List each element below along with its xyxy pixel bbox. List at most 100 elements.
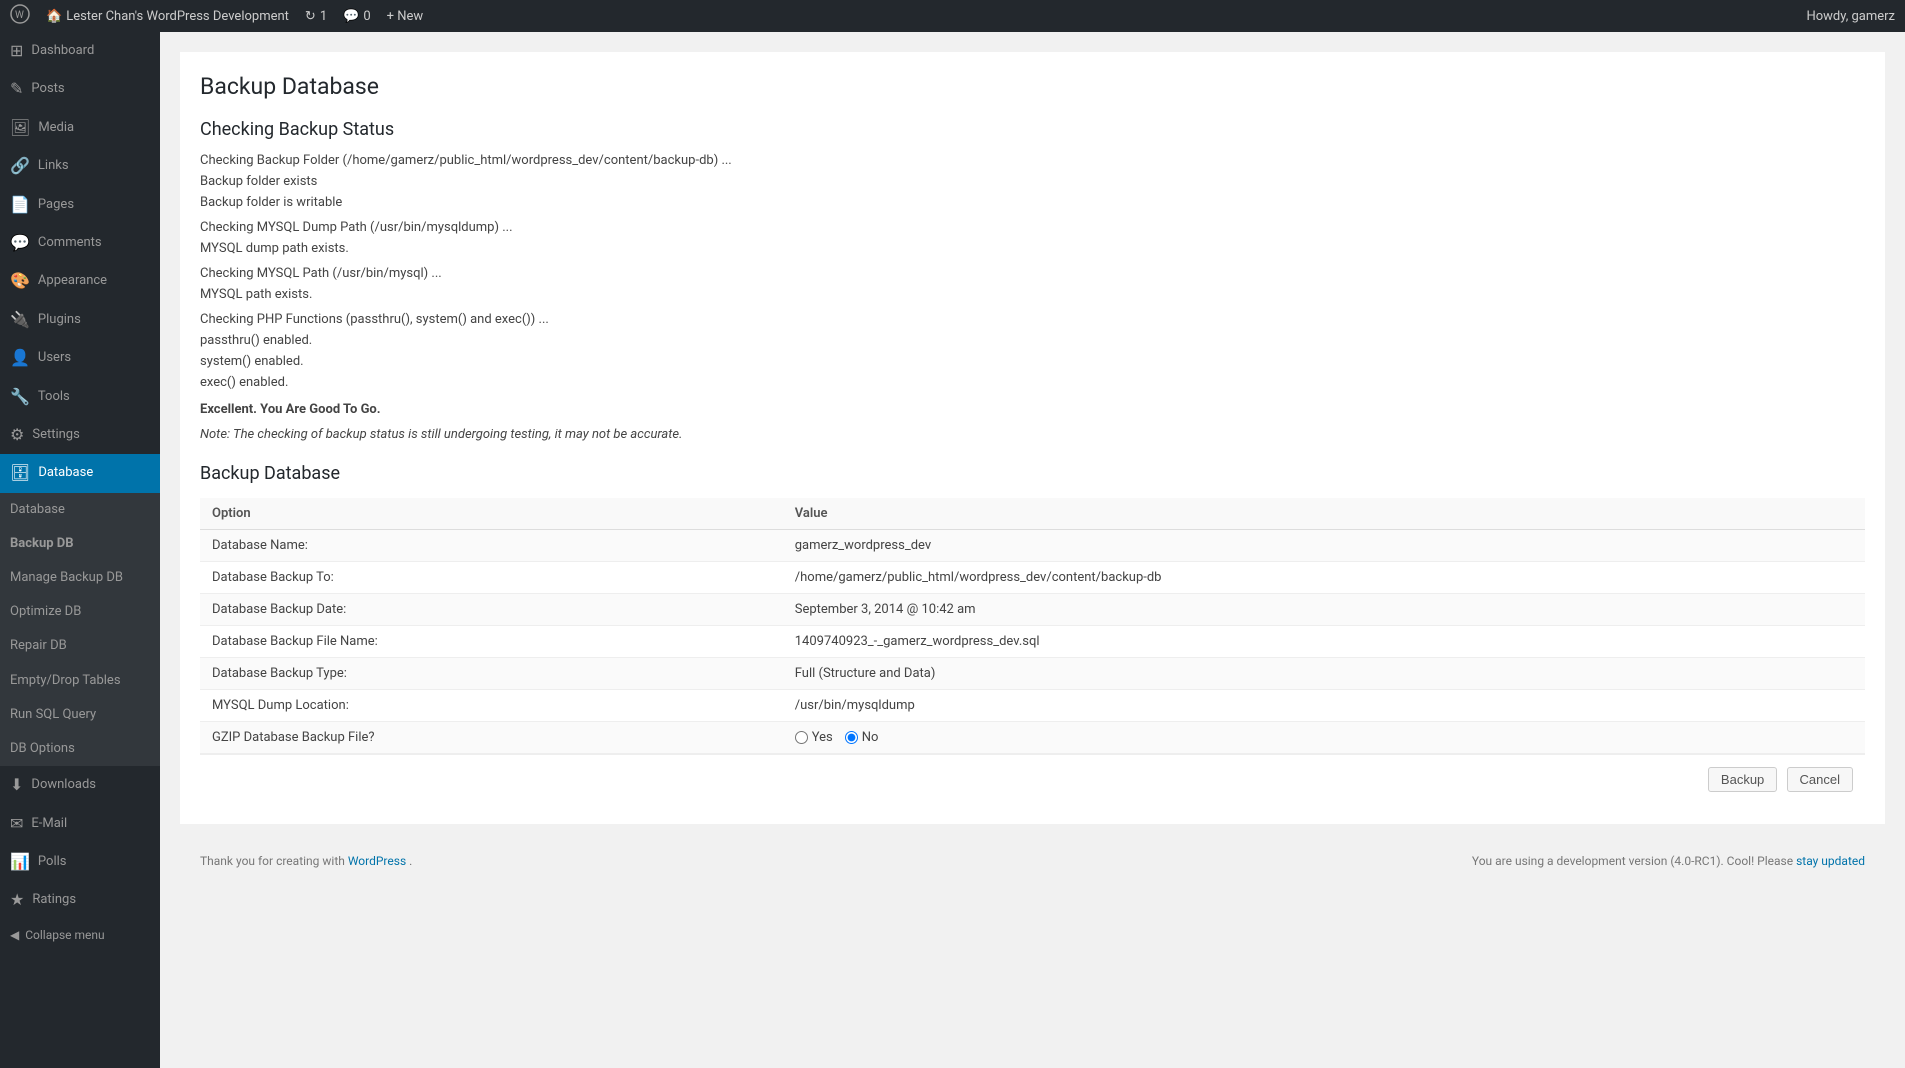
database-icon: 🗄 <box>10 462 30 484</box>
gzip-yes-text: Yes <box>812 730 833 745</box>
submenu-label: Database <box>10 501 65 519</box>
sidebar-item-label: Tools <box>38 388 70 406</box>
admin-bar: W 🏠 Lester Chan's WordPress Development … <box>0 0 1905 32</box>
check4-result1: passthru() enabled. <box>200 333 1865 348</box>
sidebar-item-label: Posts <box>31 80 64 98</box>
row-value: September 3, 2014 @ 10:42 am <box>783 593 1865 625</box>
check1-result2: Backup folder is writable <box>200 195 1865 210</box>
submenu-item-database[interactable]: Database <box>0 493 160 527</box>
row-option: MYSQL Dump Location: <box>200 689 783 721</box>
submenu-item-optimize-db[interactable]: Optimize DB <box>0 595 160 629</box>
submenu-item-empty-drop-tables[interactable]: Empty/Drop Tables <box>0 664 160 698</box>
sidebar-item-polls[interactable]: 📊 Polls <box>0 843 160 881</box>
sidebar-item-label: Appearance <box>38 272 107 290</box>
pages-icon: 📄 <box>10 194 30 216</box>
check4-text: Checking PHP Functions (passthru(), syst… <box>200 312 1865 327</box>
footer-stay-updated-link[interactable]: stay updated <box>1796 854 1865 868</box>
submenu-label: Run SQL Query <box>10 706 96 724</box>
gzip-yes-radio[interactable] <box>795 731 808 744</box>
status-note: Note: The checking of backup status is s… <box>200 427 1865 442</box>
submenu-item-db-options[interactable]: DB Options <box>0 732 160 766</box>
submenu-item-run-sql-query[interactable]: Run SQL Query <box>0 698 160 732</box>
gzip-radio-group: Yes No <box>795 730 1853 745</box>
sidebar-item-links[interactable]: 🔗 Links <box>0 147 160 185</box>
button-row: Backup Cancel <box>200 754 1865 804</box>
gzip-table: GZIP Database Backup File? Yes <box>200 722 1865 754</box>
sidebar-item-settings[interactable]: ⚙ Settings <box>0 416 160 454</box>
check2-result1: MYSQL dump path exists. <box>200 241 1865 256</box>
check3-result1: MYSQL path exists. <box>200 287 1865 302</box>
appearance-icon: 🎨 <box>10 270 30 292</box>
polls-icon: 📊 <box>10 851 30 873</box>
footer-thank-you: Thank you for creating with <box>200 854 348 868</box>
site-name-link[interactable]: 🏠 Lester Chan's WordPress Development <box>46 9 289 24</box>
sidebar-item-label: Database <box>38 464 93 482</box>
sidebar-item-posts[interactable]: ✎ Posts <box>0 70 160 108</box>
sidebar-item-tools[interactable]: 🔧 Tools <box>0 378 160 416</box>
sidebar-item-label: Media <box>38 119 74 137</box>
sidebar-item-media[interactable]: 🖼 Media <box>0 109 160 147</box>
row-value: /usr/bin/mysqldump <box>783 689 1865 721</box>
check1-text: Checking Backup Folder (/home/gamerz/pub… <box>200 153 1865 168</box>
comments-icon: 💬 <box>343 9 359 24</box>
footer-version-note: You are using a development version (4.0… <box>1472 854 1796 868</box>
col-header-option: Option <box>200 498 783 530</box>
sidebar-item-downloads[interactable]: ⬇ Downloads <box>0 766 160 804</box>
submenu-label: Repair DB <box>10 637 67 655</box>
sidebar-item-comments[interactable]: 💬 Comments <box>0 224 160 262</box>
row-option: Database Backup Date: <box>200 593 783 625</box>
sidebar-item-label: Downloads <box>31 776 96 794</box>
sidebar-item-appearance[interactable]: 🎨 Appearance <box>0 262 160 300</box>
check4-result3: exec() enabled. <box>200 375 1865 390</box>
gzip-no-label[interactable]: No <box>845 730 879 745</box>
users-icon: 👤 <box>10 347 30 369</box>
backup-table: Option Value Database Name: gamerz_wordp… <box>200 498 1865 722</box>
submenu-label: Empty/Drop Tables <box>10 672 121 690</box>
sidebar-item-label: Pages <box>38 196 74 214</box>
gzip-yes-label[interactable]: Yes <box>795 730 833 745</box>
submenu-item-backup-db[interactable]: Backup DB <box>0 527 160 561</box>
sidebar-item-dashboard[interactable]: ⊞ Dashboard <box>0 32 160 70</box>
footer-wordpress-link[interactable]: WordPress <box>348 854 406 868</box>
row-option: Database Backup Type: <box>200 657 783 689</box>
row-option: Database Backup File Name: <box>200 625 783 657</box>
submenu-label: DB Options <box>10 740 75 758</box>
gzip-no-radio[interactable] <box>845 731 858 744</box>
sidebar-item-plugins[interactable]: 🔌 Plugins <box>0 301 160 339</box>
sidebar-item-label: Polls <box>38 853 67 871</box>
sidebar-item-database[interactable]: 🗄 Database Database Backup DB <box>0 454 160 766</box>
submenu-label: Manage Backup DB <box>10 569 123 587</box>
sidebar-item-label: Plugins <box>38 311 81 329</box>
collapse-menu-button[interactable]: ◀ Collapse menu <box>0 920 160 950</box>
status-section-title: Checking Backup Status <box>200 118 1865 141</box>
updates-icon: ↻ <box>305 9 316 24</box>
new-label: + New <box>387 9 424 24</box>
sidebar-item-pages[interactable]: 📄 Pages <box>0 186 160 224</box>
comments-menu-icon: 💬 <box>10 232 30 254</box>
new-content-link[interactable]: + New <box>387 9 424 24</box>
footer-right: You are using a development version (4.0… <box>1472 854 1865 868</box>
sidebar-item-users[interactable]: 👤 Users <box>0 339 160 377</box>
sidebar-item-label: Comments <box>38 234 102 252</box>
sidebar-item-email[interactable]: ✉ E-Mail <box>0 805 160 843</box>
updates-link[interactable]: ↻ 1 <box>305 9 327 24</box>
main-content: Backup Database Checking Backup Status C… <box>160 32 1905 1068</box>
table-row: Database Backup Type: Full (Structure an… <box>200 657 1865 689</box>
media-icon: 🖼 <box>10 117 30 139</box>
ratings-icon: ★ <box>10 889 24 911</box>
row-value: 1409740923_-_gamerz_wordpress_dev.sql <box>783 625 1865 657</box>
cancel-button[interactable]: Cancel <box>1787 767 1853 792</box>
col-header-value: Value <box>783 498 1865 530</box>
sidebar-item-ratings[interactable]: ★ Ratings <box>0 881 160 919</box>
footer: Thank you for creating with WordPress . … <box>180 844 1885 878</box>
backup-button[interactable]: Backup <box>1708 767 1777 792</box>
collapse-arrow-icon: ◀ <box>10 928 19 942</box>
posts-icon: ✎ <box>10 78 23 100</box>
sidebar-item-label: Settings <box>32 426 79 444</box>
row-value: gamerz_wordpress_dev <box>783 529 1865 561</box>
comments-link[interactable]: 💬 0 <box>343 9 371 24</box>
submenu-label: Backup DB <box>10 535 74 553</box>
submenu-item-manage-backup-db[interactable]: Manage Backup DB <box>0 561 160 595</box>
submenu-item-repair-db[interactable]: Repair DB <box>0 629 160 663</box>
row-option: Database Name: <box>200 529 783 561</box>
